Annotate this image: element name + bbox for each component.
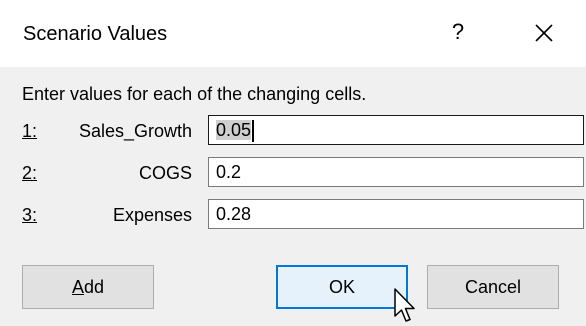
dialog-title: Scenario Values [23, 23, 168, 45]
add-label-rest: dd [83, 276, 105, 297]
row-label-3: Expenses [112, 205, 192, 225]
help-button[interactable]: ? [444, 14, 472, 50]
instruction-text: Enter values for each of the changing ce… [22, 84, 367, 104]
close-icon [535, 24, 553, 42]
cancel-label: Cancel [464, 276, 522, 297]
value-input-1[interactable]: 0.05 [208, 115, 584, 145]
close-button[interactable] [527, 16, 561, 50]
row-label-1: Sales_Growth [78, 121, 192, 141]
value-input-3[interactable]: 0.28 [208, 199, 584, 229]
row-number-1: 1: [22, 121, 38, 141]
ok-label: OK [328, 276, 355, 297]
row-label-2: COGS [138, 163, 192, 183]
help-icon: ? [451, 19, 465, 44]
value-text-1: 0.05 [216, 120, 252, 140]
row-number-2: 2: [22, 163, 38, 183]
row-number-3: 3: [22, 205, 38, 225]
add-button[interactable]: Add [22, 265, 154, 309]
title-bar[interactable]: Scenario Values ? [0, 0, 586, 67]
add-mnemonic: A [71, 276, 84, 297]
text-caret [252, 120, 255, 143]
value-input-2[interactable]: 0.2 [208, 157, 584, 187]
mouse-pointer-icon [394, 288, 415, 322]
dialog-body: Enter values for each of the changing ce… [0, 67, 586, 326]
ok-button[interactable]: OK [276, 265, 408, 309]
value-text-2: 0.2 [216, 162, 242, 182]
value-text-3: 0.28 [216, 204, 252, 224]
cancel-button[interactable]: Cancel [427, 265, 559, 309]
